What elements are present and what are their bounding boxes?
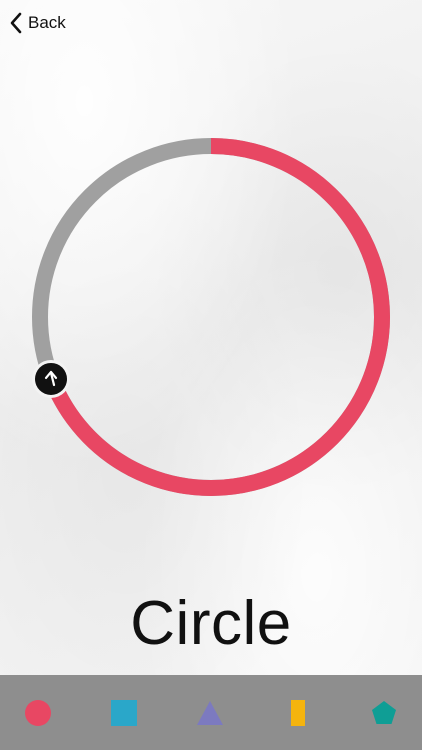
tab-square[interactable] — [94, 675, 154, 750]
ring-progress-arc — [44, 138, 390, 496]
progress-ring — [32, 138, 390, 496]
tab-triangle[interactable] — [180, 675, 240, 750]
triangle-icon — [197, 700, 223, 725]
handle-body — [35, 362, 68, 395]
tab-circle[interactable] — [8, 675, 68, 750]
ring-drag-handle[interactable] — [32, 359, 71, 398]
pentagon-icon — [372, 700, 396, 724]
progress-ring-area — [0, 0, 422, 560]
tab-pentagon[interactable] — [354, 675, 414, 750]
circle-icon — [25, 699, 51, 726]
square-icon — [111, 699, 137, 726]
shape-tab-bar — [0, 675, 422, 750]
shape-title: Circle — [130, 589, 292, 658]
tab-rectangle[interactable] — [268, 675, 328, 750]
rectangle-icon — [291, 699, 305, 726]
